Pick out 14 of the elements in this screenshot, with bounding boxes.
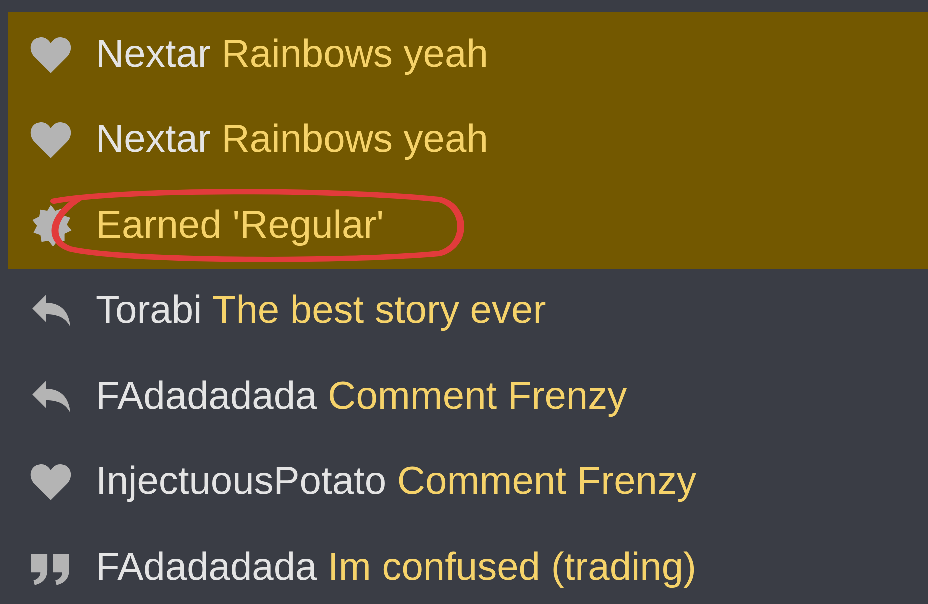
activity-text: Earned 'Regular': [96, 204, 384, 248]
activity-row[interactable]: InjectuousPotato Comment Frenzy: [8, 440, 928, 525]
activity-row[interactable]: FAdadadada Comment Frenzy: [8, 354, 928, 440]
activity-row[interactable]: Nextar Rainbows yeah: [8, 12, 928, 98]
activity-row[interactable]: FAdadadada Im confused (trading): [8, 525, 928, 604]
activity-text: InjectuousPotato Comment Frenzy: [96, 460, 696, 504]
activity-text: Nextar Rainbows yeah: [96, 118, 488, 162]
activity-row[interactable]: Torabi The best story ever: [8, 268, 928, 354]
activity-text: FAdadadada Im confused (trading): [96, 546, 697, 590]
activity-text: Nextar Rainbows yeah: [96, 32, 488, 77]
activity-text: Torabi The best story ever: [96, 289, 546, 334]
activity-row[interactable]: Earned 'Regular': [8, 183, 928, 268]
activity-row[interactable]: Nextar Rainbows yeah: [8, 98, 928, 183]
activity-text: FAdadadada Comment Frenzy: [96, 374, 628, 419]
